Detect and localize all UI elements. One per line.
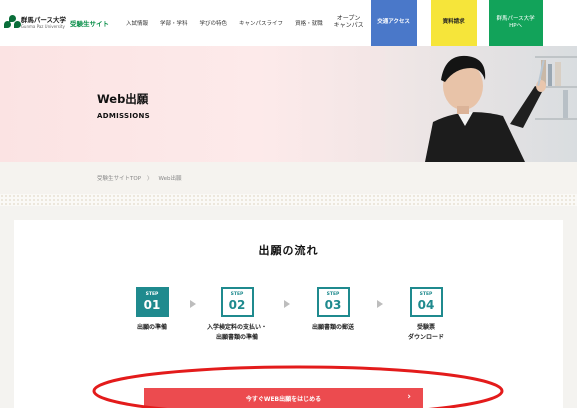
breadcrumb-separator: 〉	[147, 176, 153, 182]
logo-name-en: Gunma Paz University	[20, 23, 65, 29]
access-button[interactable]: 交通アクセス	[370, 0, 417, 46]
step-04-label: 受験票 ダウンロード	[407, 324, 444, 341]
page-title: Web出願	[97, 92, 149, 106]
chevron-right-icon: ›	[407, 392, 411, 402]
step-03-label: 出願書類の郵送	[311, 324, 354, 331]
nav-open-campus[interactable]: オープン キャンパス	[329, 15, 369, 30]
flow-section-title: 出願の流れ	[258, 244, 319, 257]
breadcrumb-current: Web出願	[158, 176, 182, 182]
step-03-badge: STEP 03	[316, 287, 350, 317]
site-header: 群馬パース大学 Gunma Paz University 受験生サイト 入試情報…	[0, 0, 577, 46]
main-nav: 入試情報 学部・学科 学びの特色 キャンパスライフ 資格・就職 オープン キャン…	[118, 0, 369, 46]
application-flow-card: 出願の流れ STEP 01 出願の準備 STEP 02 入学検定料の支払い・ 出…	[14, 220, 563, 408]
step-01-badge: STEP 01	[135, 287, 169, 317]
step-02-badge: STEP 02	[220, 287, 254, 317]
logo-mark-icon	[4, 14, 21, 32]
page-subtitle: ADMISSIONS	[97, 112, 151, 120]
step-02-label: 入学検定料の支払い・ 出願書類の準備	[206, 324, 267, 341]
nav-careers[interactable]: 資格・就職	[289, 19, 329, 27]
nav-learning-features[interactable]: 学びの特色	[194, 19, 234, 27]
dotted-divider	[0, 194, 577, 206]
step-02: STEP 02 入学検定料の支払い・ 出願書類の準備	[197, 287, 277, 342]
start-web-application-button[interactable]: 今すぐWEB出願をはじめる ›	[144, 388, 423, 408]
breadcrumb: 受験生サイトTOP 〉 Web出願	[0, 162, 577, 194]
breadcrumb-home-link[interactable]: 受験生サイトTOP	[97, 174, 141, 182]
document-request-button[interactable]: 資料請求	[430, 0, 477, 46]
step-arrow-icon	[284, 300, 290, 308]
university-logo[interactable]: 群馬パース大学 Gunma Paz University	[0, 0, 66, 46]
step-03: STEP 03 出願書類の郵送	[293, 287, 373, 333]
nav-campus-life[interactable]: キャンパスライフ	[233, 19, 289, 27]
step-01: STEP 01 出願の準備	[112, 287, 192, 333]
logo-name-jp: 群馬パース大学	[20, 16, 66, 25]
step-arrow-icon	[190, 300, 196, 308]
main-content: 出願の流れ STEP 01 出願の準備 STEP 02 入学検定料の支払い・ 出…	[0, 206, 577, 408]
hero-student-photo	[385, 46, 577, 162]
site-label[interactable]: 受験生サイト	[66, 0, 118, 46]
hero-banner: Web出願 ADMISSIONS	[0, 46, 577, 162]
nav-admissions-info[interactable]: 入試情報	[120, 19, 154, 27]
step-01-label: 出願の準備	[136, 324, 167, 331]
step-arrow-icon	[377, 300, 383, 308]
step-04-badge: STEP 04	[409, 287, 443, 317]
step-04: STEP 04 受験票 ダウンロード	[386, 287, 466, 342]
nav-faculties[interactable]: 学部・学科	[154, 19, 194, 27]
university-hp-button[interactable]: 群馬パース大学 HPへ	[488, 0, 543, 46]
